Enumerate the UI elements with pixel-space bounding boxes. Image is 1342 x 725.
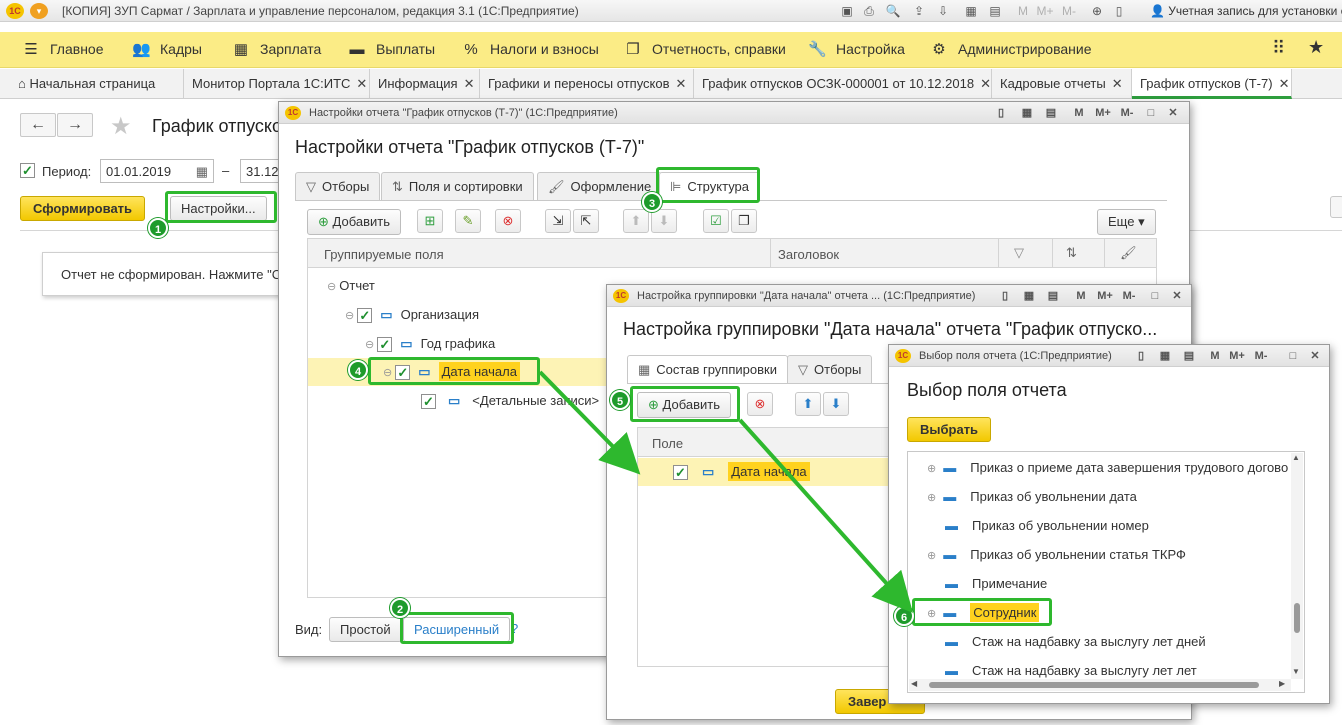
annotation-arrows: [538, 370, 914, 613]
arrow-add-to-employee: [738, 418, 914, 613]
arrow-start-date-to-grouping: [538, 370, 641, 475]
